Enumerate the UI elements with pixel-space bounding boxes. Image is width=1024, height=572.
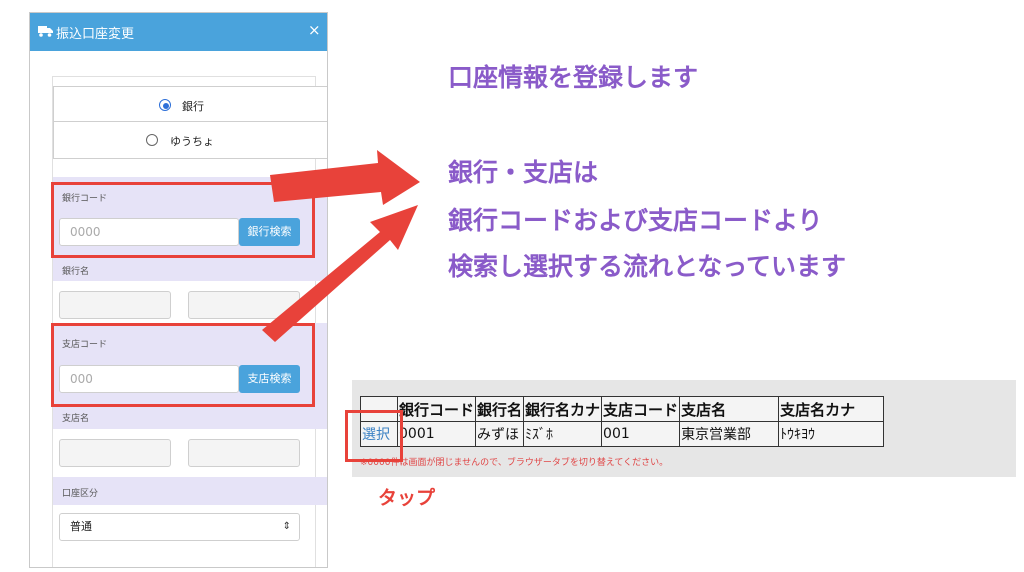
- arrow-from-branch-code: [262, 205, 418, 342]
- arrow-to-bank-code: [270, 150, 420, 205]
- table-cell: みずほ: [475, 421, 525, 447]
- tap-annotation: タップ: [378, 487, 436, 509]
- table-header-cell: 支店名: [679, 396, 780, 422]
- annotation-line-3: 検索し選択する流れとなっています: [448, 252, 847, 281]
- table-cell: ﾄｳｷﾖｳ: [778, 421, 885, 447]
- table-header-cell: 銀行名カナ: [523, 396, 603, 422]
- highlight-box-select: [345, 410, 403, 462]
- annotation-line-1: 銀行・支店は: [448, 158, 599, 187]
- table-header-cell: 銀行名: [475, 396, 525, 422]
- table-cell: ﾐｽﾞﾎ: [523, 421, 603, 447]
- table-cell: 001: [601, 421, 681, 447]
- table-row: 選択 0001 みずほ ﾐｽﾞﾎ 001 東京営業部 ﾄｳｷﾖｳ: [360, 421, 885, 447]
- table-header-cell: 銀行コード: [396, 396, 477, 422]
- annotation-line-2: 銀行コードおよび支店コードより: [448, 206, 823, 235]
- result-note: ※0000件は画面が閉じませんので、ブラウザータブを切り替えてください。: [360, 458, 669, 468]
- search-result-table: 銀行コード 銀行名 銀行名カナ 支店コード 支店名 支店名カナ 選択 0001 …: [360, 396, 885, 447]
- table-cell: 東京営業部: [679, 421, 780, 447]
- table-header-row: 銀行コード 銀行名 銀行名カナ 支店コード 支店名 支店名カナ: [360, 396, 885, 422]
- table-header-cell: 支店名カナ: [778, 396, 885, 422]
- table-cell: 0001: [396, 421, 477, 447]
- annotation-heading: 口座情報を登録します: [448, 63, 699, 92]
- table-header-cell: 支店コード: [601, 396, 681, 422]
